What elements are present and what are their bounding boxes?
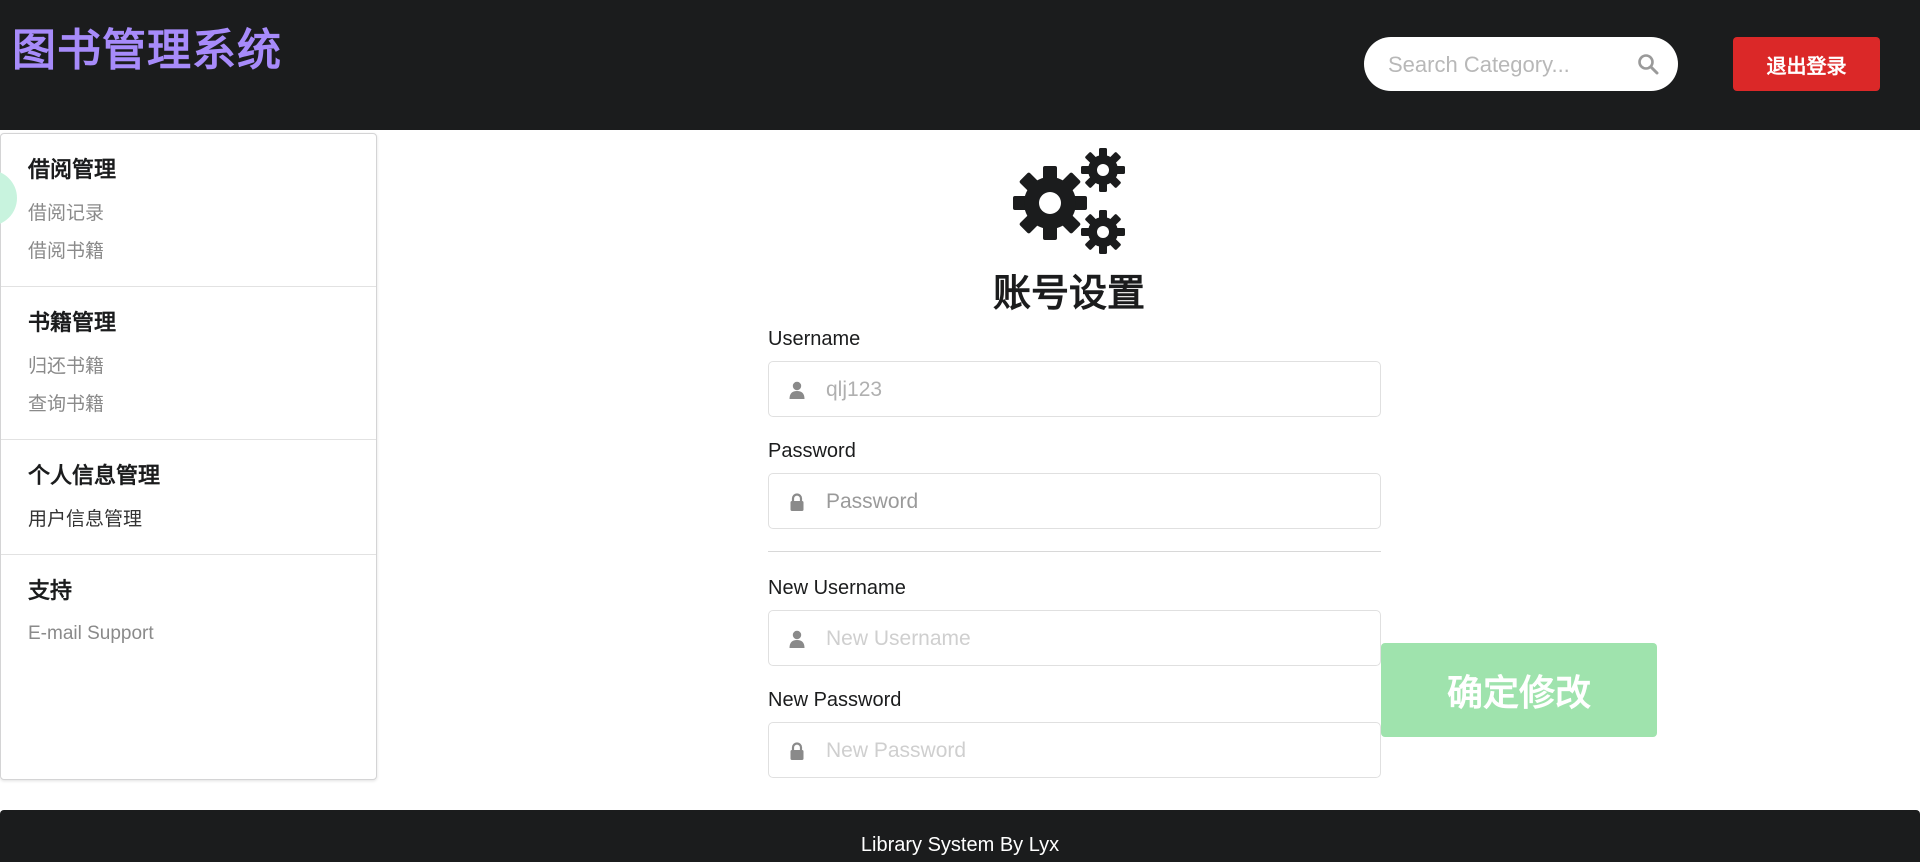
- footer-text: Library System By Lyx: [860, 834, 1060, 856]
- new-username-field[interactable]: [768, 610, 1381, 667]
- sidebar-group-title: 借阅管理: [28, 158, 117, 183]
- username-input[interactable]: [824, 362, 1368, 418]
- password-label: Password: [768, 440, 856, 462]
- gears-icon: [1013, 148, 1125, 254]
- sidebar-group-personal: 个人信息管理 用户信息管理: [1, 440, 376, 555]
- sidebar-group-borrow: 借阅管理 借阅记录 借阅书籍: [1, 134, 376, 287]
- sidebar-item-search-books[interactable]: 查询书籍: [28, 385, 350, 423]
- password-input[interactable]: [824, 474, 1368, 530]
- sidebar-group-title: 书籍管理: [28, 311, 117, 336]
- new-username-label: New Username: [768, 577, 906, 599]
- new-password-label: New Password: [768, 689, 902, 711]
- search-input[interactable]: [1386, 37, 1640, 93]
- form-divider: [768, 551, 1381, 552]
- password-field[interactable]: [768, 473, 1381, 530]
- sidebar-group-books: 书籍管理 归还书籍 查询书籍: [1, 287, 376, 440]
- brand-title: 图书管理系统: [12, 25, 282, 76]
- confirm-change-button[interactable]: 确定修改: [1381, 643, 1657, 737]
- username-field[interactable]: [768, 361, 1381, 418]
- sidebar-group-title: 个人信息管理: [28, 464, 161, 489]
- lock-icon: [790, 493, 804, 511]
- new-username-input[interactable]: [824, 611, 1368, 667]
- user-icon: [789, 630, 805, 648]
- sidebar-item-user-info[interactable]: 用户信息管理: [28, 500, 350, 538]
- top-header: 图书管理系统 退出登录: [0, 0, 1920, 130]
- sidebar-item-email-support[interactable]: E-mail Support: [28, 615, 350, 653]
- search-icon[interactable]: [1636, 52, 1660, 76]
- search-box[interactable]: [1364, 37, 1678, 93]
- sidebar-item-borrow-books[interactable]: 借阅书籍: [28, 232, 350, 270]
- new-password-field[interactable]: [768, 722, 1381, 779]
- sidebar-group-support: 支持 E-mail Support: [1, 555, 376, 669]
- user-icon: [789, 381, 805, 399]
- sidebar-item-borrow-records[interactable]: 借阅记录: [28, 194, 350, 232]
- new-password-input[interactable]: [824, 723, 1368, 779]
- sidebar-group-title: 支持: [28, 579, 73, 604]
- footer: Library System By Lyx: [0, 810, 1920, 862]
- page-title: 账号设置: [992, 271, 1145, 315]
- logout-button[interactable]: 退出登录: [1733, 37, 1880, 91]
- sidebar-menu: 借阅管理 借阅记录 借阅书籍 书籍管理 归还书籍 查询书籍 个人信息管理 用户信…: [0, 133, 377, 780]
- lock-icon: [790, 742, 804, 760]
- sidebar-item-return-books[interactable]: 归还书籍: [28, 347, 350, 385]
- username-label: Username: [768, 328, 861, 350]
